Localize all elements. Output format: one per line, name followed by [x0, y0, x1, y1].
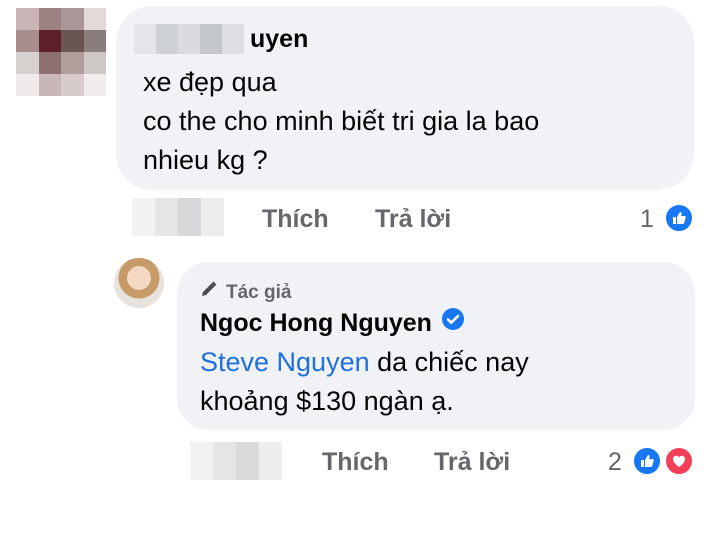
pencil-icon — [200, 280, 218, 305]
author-avatar[interactable] — [114, 258, 164, 308]
comment-author-name[interactable]: uyen — [250, 24, 308, 54]
mention-link[interactable]: Steve Nguyen — [200, 347, 370, 377]
blurred-timestamp — [190, 442, 282, 480]
like-action[interactable]: Thích — [322, 447, 389, 477]
verified-badge-icon — [441, 307, 465, 339]
reply-text-fragment: da chiếc nay — [369, 347, 529, 377]
blurred-timestamp — [132, 198, 224, 236]
heart-icon[interactable] — [664, 446, 694, 476]
comment-text-line: co the cho minh biết tri gia la bao — [143, 106, 540, 136]
blurred-author-name — [134, 24, 244, 54]
thumbs-up-icon[interactable] — [632, 446, 662, 476]
reply-action[interactable]: Trả lời — [434, 447, 510, 477]
comment-text-line: xe đẹp qua — [143, 67, 277, 97]
author-badge: Tác giả — [200, 280, 291, 305]
reaction-count[interactable]: 2 — [608, 447, 622, 477]
reply-action[interactable]: Trả lời — [375, 204, 451, 234]
reply-text-line: Steve Nguyen da chiếc nay — [200, 343, 529, 381]
reply-author-name[interactable]: Ngoc Hong Nguyen — [200, 307, 432, 339]
like-action[interactable]: Thích — [262, 204, 329, 234]
reply-author[interactable]: Ngoc Hong Nguyen — [200, 307, 465, 339]
commenter-avatar-pixelated[interactable] — [16, 8, 106, 96]
author-label: Tác giả — [226, 281, 292, 303]
comment-text-line: nhieu kg ? — [143, 145, 268, 175]
reply-text-line: khoảng $130 ngàn ạ. — [200, 386, 454, 416]
reaction-count[interactable]: 1 — [640, 204, 654, 234]
thumbs-up-icon[interactable] — [664, 203, 694, 233]
